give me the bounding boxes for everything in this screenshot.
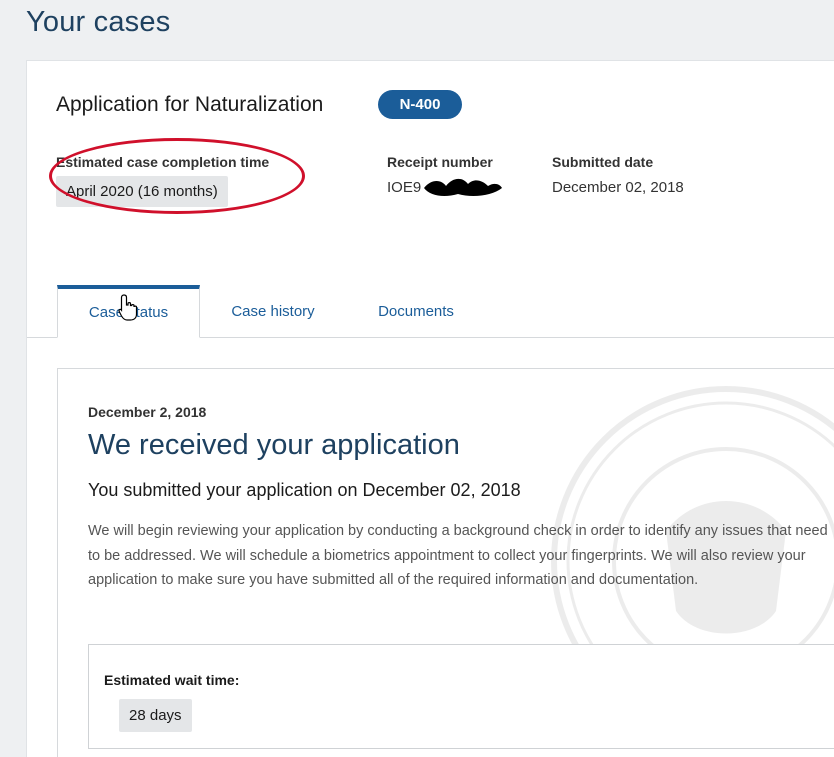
receipt-number-label: Receipt number — [387, 154, 493, 170]
tab-documents[interactable]: Documents — [361, 285, 471, 338]
completion-time-label: Estimated case completion time — [56, 154, 270, 170]
case-status-panel: December 2, 2018 We received your applic… — [57, 368, 834, 757]
receipt-number-value: IOE9 — [387, 179, 422, 196]
completion-time-value: April 2020 (16 months) — [56, 176, 228, 207]
wait-time-value: 28 days — [119, 699, 192, 732]
redaction-scribble — [424, 178, 502, 196]
case-card: Application for Naturalization N-400 Est… — [26, 60, 834, 757]
status-subheading: You submitted your application on Decemb… — [88, 480, 521, 500]
status-description: We will begin reviewing your application… — [88, 523, 828, 588]
status-date: December 2, 2018 — [88, 404, 207, 420]
tab-case-history[interactable]: Case history — [217, 285, 329, 338]
status-heading: We received your application — [88, 429, 460, 461]
case-title: Application for Naturalization — [56, 93, 324, 116]
wait-time-label: Estimated wait time: — [104, 672, 240, 688]
hand-pointer-icon — [118, 294, 138, 321]
form-badge: N-400 — [378, 90, 462, 119]
page-title: Your cases — [26, 6, 171, 38]
submitted-date-value: December 02, 2018 — [552, 179, 684, 196]
estimated-wait-box: Estimated wait time: 28 days — [88, 644, 834, 749]
submitted-date-label: Submitted date — [552, 154, 654, 170]
